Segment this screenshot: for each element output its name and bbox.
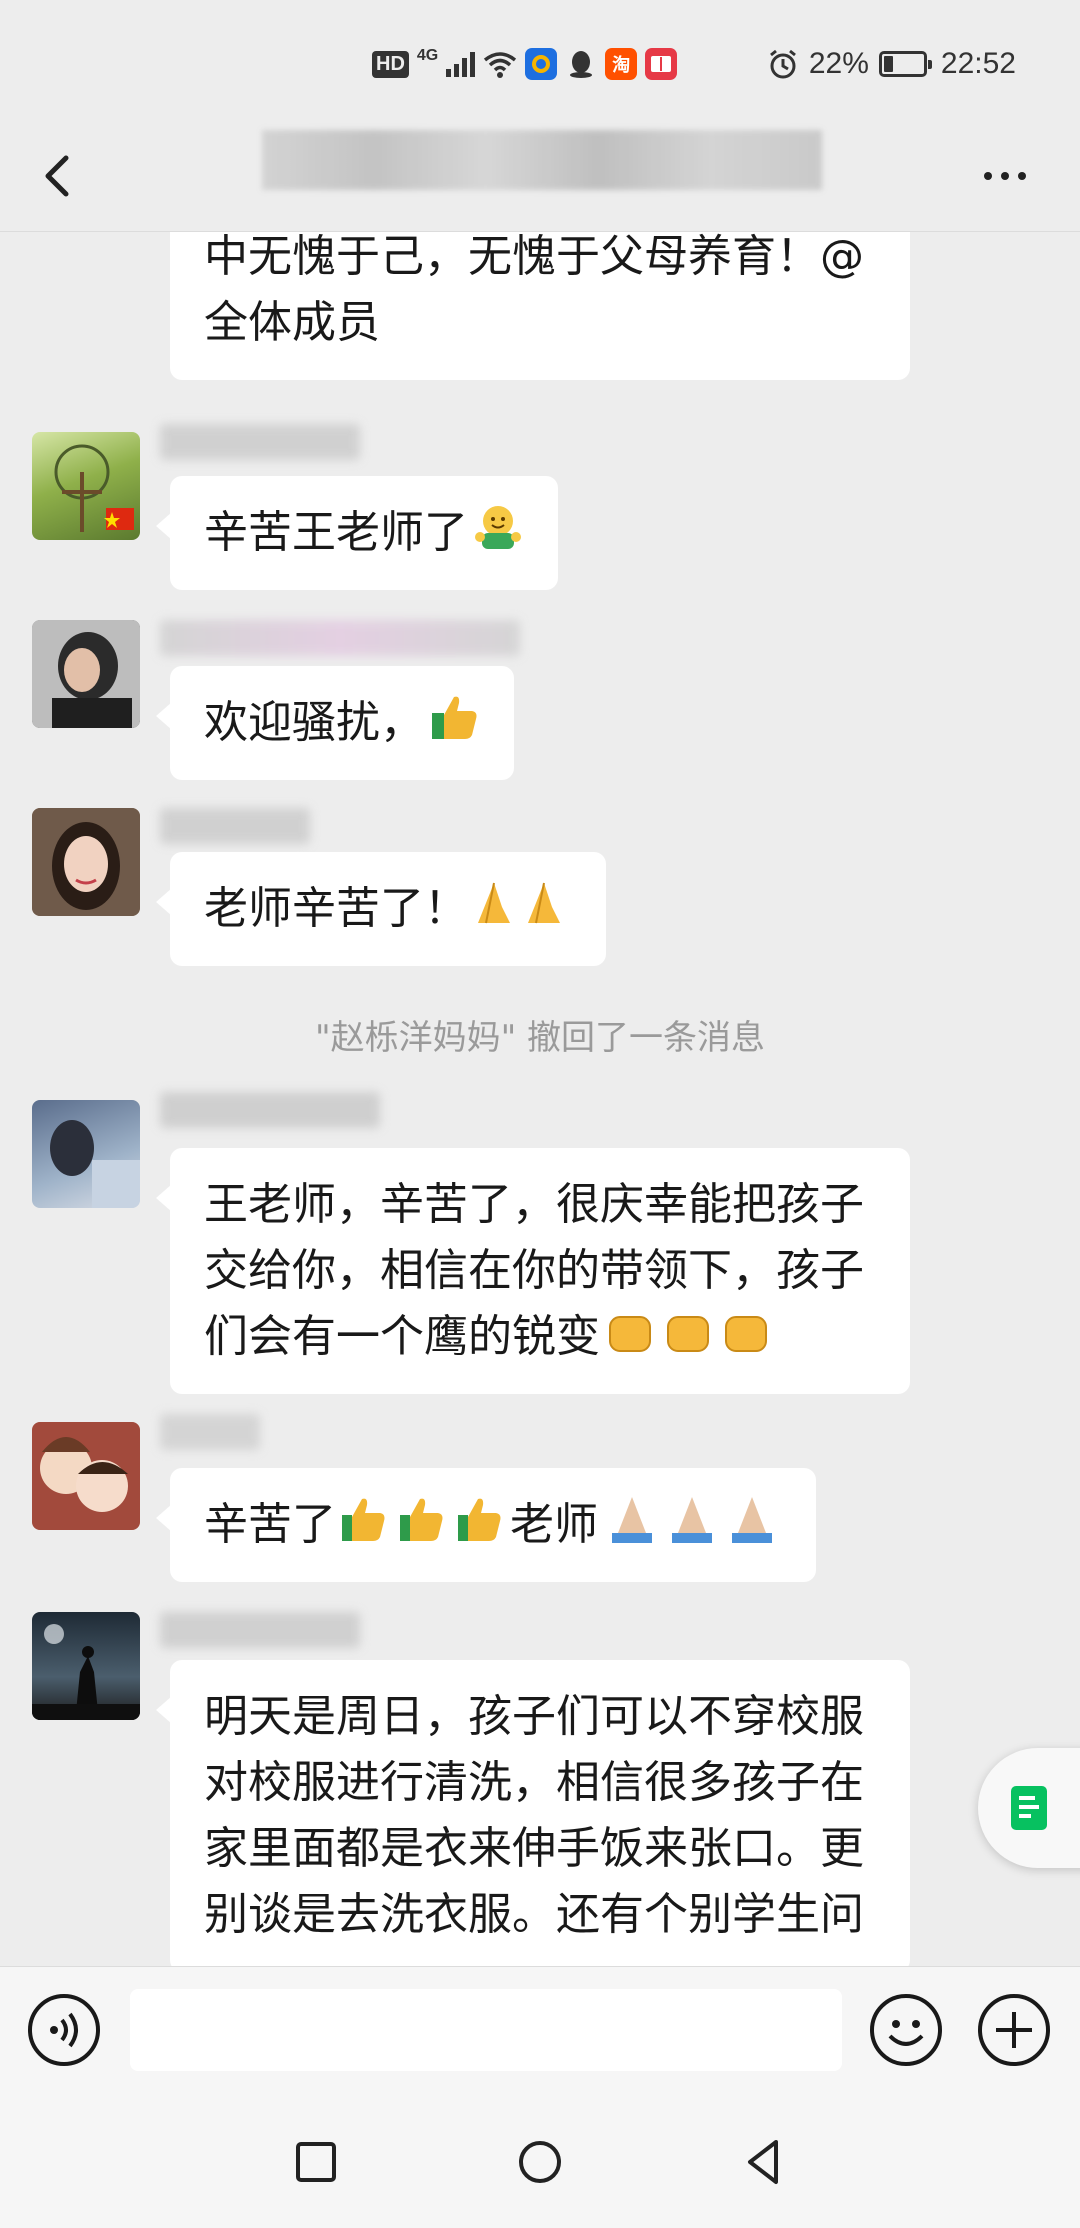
recall-notice: "赵栎洋妈妈" 撤回了一条消息 (314, 1018, 766, 1058)
message-bubble[interactable]: 欢迎骚扰， (156, 666, 514, 780)
pray-emoji-icon (478, 882, 560, 924)
avatar[interactable] (32, 620, 140, 728)
more-icon (984, 172, 992, 180)
status-icons-left: HD 4G 淘 (372, 44, 678, 84)
qq-browser-icon (525, 48, 558, 80)
message-bubble[interactable]: 老师辛苦了！ (156, 852, 606, 966)
sender-name-blurred (160, 424, 360, 460)
message-text: 老师辛苦了！ (204, 883, 468, 934)
floating-doc-button[interactable] (978, 1748, 1080, 1868)
message-bubble[interactable]: 王老师，辛苦了，很庆幸能把孩子 交给你，相信在你的带领下，孩子 们会有一个鹰的锐… (156, 1148, 910, 1394)
alarm-icon (769, 49, 796, 79)
system-nav-bar (0, 2092, 1080, 2228)
battery-icon (878, 51, 932, 77)
taobao-icon: 淘 (605, 48, 638, 80)
square-icon (296, 2142, 336, 2182)
signal-icon (446, 51, 476, 77)
message-line: 全体成员 (204, 297, 380, 348)
fist-emoji-icon (609, 1316, 767, 1352)
thumbs-up-emoji-icon (342, 1498, 501, 1541)
triangle-back-icon (748, 2140, 778, 2184)
battery-percent: 22% (808, 47, 869, 80)
input-bar (0, 1966, 1080, 2092)
message-line: 们会有一个鹰的锐变 (204, 1311, 600, 1362)
recent-apps-button[interactable] (286, 2132, 346, 2192)
back-nav-button[interactable] (734, 2132, 794, 2192)
sender-name-blurred (160, 1414, 260, 1450)
message-text: 欢迎骚扰， (204, 697, 424, 748)
emoji-button[interactable] (870, 1994, 942, 2066)
message-line: 明天是周日，孩子们可以不穿校服 (204, 1691, 864, 1742)
hug-emoji-icon (475, 506, 521, 549)
reader-icon (645, 48, 678, 80)
voice-icon (50, 2012, 78, 2048)
qq-icon (565, 48, 597, 80)
message-line: 王老师，辛苦了，很庆幸能把孩子 (204, 1179, 864, 1230)
clock: 22:52 (940, 47, 1016, 80)
message-text: 辛苦了 (204, 1499, 336, 1550)
back-button[interactable] (28, 144, 92, 208)
status-bar: HD 4G 淘 22% 22:52 (0, 0, 1080, 120)
plus-button[interactable] (978, 1994, 1050, 2066)
circle-icon (519, 2141, 561, 2183)
sender-name-blurred (160, 1092, 380, 1128)
voice-button[interactable] (28, 1994, 100, 2066)
sender-name-blurred (160, 1612, 360, 1648)
avatar[interactable] (32, 1422, 140, 1530)
sender-name-blurred (160, 808, 310, 844)
avatar[interactable] (32, 1612, 140, 1720)
message-bubble[interactable]: 辛苦了 老师 (156, 1468, 816, 1582)
message-text: 辛苦王老师了 (204, 507, 468, 558)
folded-hands-emoji-icon (612, 1497, 772, 1543)
message-list[interactable]: 中无愧于己，无愧于父母养育！@ 全体成员 辛苦王老师了 欢迎骚扰， 老师辛苦了！… (0, 232, 1080, 1966)
chevron-left-icon (45, 155, 69, 197)
status-icons-right: 22% 22:52 (767, 44, 1016, 84)
group-title-blurred (262, 130, 822, 190)
message-input[interactable] (130, 1989, 842, 2071)
message-bubble[interactable]: 明天是周日，孩子们可以不穿校服 对校服进行清洗，相信很多孩子在 家里面都是衣来伸… (156, 1660, 910, 1966)
message-line: 中无愧于己，无愧于父母养育！@ (204, 232, 864, 282)
avatar[interactable] (32, 432, 140, 540)
more-button[interactable] (970, 148, 1040, 204)
message-line: 家里面都是衣来伸手饭来张口。更 (204, 1823, 864, 1874)
sender-name-blurred (160, 620, 520, 656)
avatar[interactable] (32, 1100, 140, 1208)
thumbs-up-emoji-icon (432, 696, 477, 739)
home-button[interactable] (510, 2132, 570, 2192)
hd-indicator: HD (372, 50, 409, 78)
message-line: 交给你，相信在你的带领下，孩子 (204, 1245, 864, 1296)
plus-icon (996, 2012, 1032, 2048)
message-line: 别谈是去洗衣服。还有个别学生问 (204, 1889, 864, 1940)
chat-title-bar (0, 120, 1080, 232)
wifi-icon (484, 52, 517, 78)
emoji-icon (888, 2020, 924, 2046)
message-bubble[interactable]: 中无愧于己，无愧于父母养育！@ 全体成员 (170, 232, 910, 380)
message-line: 对校服进行清洗，相信很多孩子在 (204, 1757, 864, 1808)
document-icon (1011, 1786, 1047, 1830)
message-text: 老师 (510, 1499, 598, 1550)
network-type: 4G (416, 47, 439, 64)
message-bubble[interactable]: 辛苦王老师了 (156, 476, 558, 590)
avatar[interactable] (32, 808, 140, 916)
